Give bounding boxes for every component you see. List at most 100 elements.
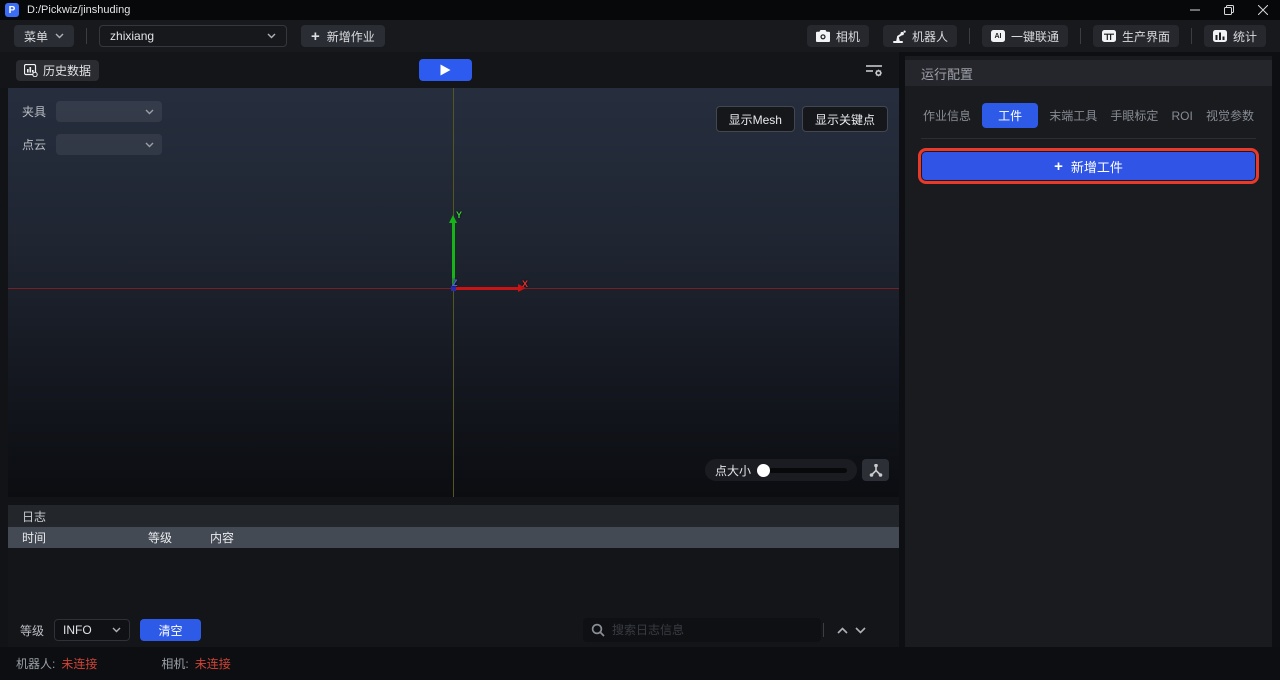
pointcloud-row: 点云 xyxy=(22,134,162,155)
history-data-icon xyxy=(24,64,38,77)
robot-status-value: 未连接 xyxy=(61,655,97,672)
workspace-column: 历史数据 夹具 点云 xyxy=(0,52,899,647)
main-area: 历史数据 夹具 点云 xyxy=(0,52,1280,647)
minimize-button[interactable] xyxy=(1178,0,1212,20)
ai-connect-button[interactable]: AI 一键联通 xyxy=(982,25,1068,47)
show-keypoints-button[interactable]: 显示关键点 xyxy=(802,106,888,132)
ai-connect-button-label: 一键联通 xyxy=(1011,28,1059,45)
point-size-slider-thumb[interactable] xyxy=(757,464,770,477)
axis-z-label: Z xyxy=(452,278,458,288)
log-column-time: 时间 xyxy=(8,529,148,546)
toolbar-divider xyxy=(969,28,970,44)
job-select[interactable]: zhixiang xyxy=(99,25,287,47)
camera-button[interactable]: 相机 xyxy=(807,25,869,47)
point-size-slider[interactable] xyxy=(759,468,847,473)
run-config-panel: 运行配置 作业信息 工件 末端工具 手眼标定 ROI 视觉参数 + 新增工件 xyxy=(905,56,1272,647)
chevron-down-icon xyxy=(855,627,866,634)
log-search-group xyxy=(583,618,869,642)
fixture-select[interactable] xyxy=(56,101,162,122)
show-keypoints-label: 显示关键点 xyxy=(815,111,875,128)
view-filter-settings-button[interactable] xyxy=(861,60,887,80)
log-search-input[interactable] xyxy=(612,623,813,637)
viewport-3d[interactable]: 夹具 点云 显示Mesh 显示关键点 xyxy=(8,88,899,497)
log-clear-button[interactable]: 清空 xyxy=(140,619,201,641)
search-prev-button[interactable] xyxy=(833,621,851,639)
window-controls xyxy=(1178,0,1280,20)
log-panel-title: 日志 xyxy=(22,508,46,525)
log-column-level: 等级 xyxy=(148,529,210,546)
bar-chart-icon xyxy=(1213,30,1227,42)
run-config-title: 运行配置 xyxy=(921,64,973,83)
chevron-down-icon xyxy=(145,109,154,115)
camera-icon xyxy=(816,30,830,42)
log-panel-header: 日志 xyxy=(8,505,899,527)
job-select-value: zhixiang xyxy=(110,29,154,43)
pointcloud-select[interactable] xyxy=(56,134,162,155)
tabs-divider xyxy=(921,138,1256,139)
search-next-button[interactable] xyxy=(851,621,869,639)
show-mesh-button[interactable]: 显示Mesh xyxy=(716,106,795,132)
log-search-box xyxy=(583,618,821,642)
search-icon xyxy=(591,623,605,637)
point-size-label: 点大小 xyxy=(715,462,751,479)
chevron-down-icon xyxy=(112,627,121,633)
camera-button-label: 相机 xyxy=(836,28,860,45)
tab-workpiece[interactable]: 工件 xyxy=(982,103,1038,128)
robot-icon xyxy=(892,30,906,43)
camera-status-label: 相机: xyxy=(161,655,188,672)
add-workpiece-label: 新增工件 xyxy=(1071,157,1123,176)
toolbar-divider xyxy=(1191,28,1192,44)
tab-end-tool[interactable]: 末端工具 xyxy=(1047,103,1099,128)
show-mesh-label: 显示Mesh xyxy=(729,111,782,128)
close-button[interactable] xyxy=(1246,0,1280,20)
view-orientation-button[interactable] xyxy=(862,459,889,481)
plus-icon: + xyxy=(311,29,320,44)
add-job-button[interactable]: + 新增作业 xyxy=(301,25,385,47)
display-toggles: 显示Mesh 显示关键点 xyxy=(716,106,888,132)
log-table-body[interactable] xyxy=(8,548,899,613)
viewport-toolbar: 历史数据 xyxy=(0,52,899,88)
log-level-label: 等级 xyxy=(20,622,44,639)
axis-y-label: Y xyxy=(456,210,462,220)
filter-gear-icon xyxy=(864,62,884,78)
chevron-down-icon xyxy=(145,142,154,148)
tab-vision-params[interactable]: 视觉参数 xyxy=(1204,103,1256,128)
axis-x-label: X xyxy=(522,279,528,289)
axis-x xyxy=(455,287,518,290)
fixture-label: 夹具 xyxy=(22,103,46,120)
robot-status-label: 机器人: xyxy=(16,655,55,672)
axis-y-gridline xyxy=(453,88,454,497)
menu-button[interactable]: 菜单 xyxy=(14,25,74,47)
production-ui-button[interactable]: 生产界面 xyxy=(1093,25,1179,47)
tab-roi[interactable]: ROI xyxy=(1170,105,1195,127)
axis-tripod-icon xyxy=(869,464,883,477)
pointcloud-label: 点云 xyxy=(22,136,46,153)
statistics-button-label: 统计 xyxy=(1233,28,1257,45)
main-toolbar: 菜单 zhixiang + 新增作业 相机 机器人 AI xyxy=(0,20,1280,52)
app-logo-icon: P xyxy=(5,3,19,17)
log-table-header: 时间 等级 内容 xyxy=(8,527,899,548)
plus-icon: + xyxy=(1054,159,1063,174)
log-level-value: INFO xyxy=(63,623,92,637)
run-play-button[interactable] xyxy=(419,59,472,81)
window-title: D:/Pickwiz/jinshuding xyxy=(27,4,130,16)
production-ui-button-label: 生产界面 xyxy=(1122,28,1170,45)
restore-button[interactable] xyxy=(1212,0,1246,20)
history-data-button[interactable]: 历史数据 xyxy=(16,60,99,81)
robot-button[interactable]: 机器人 xyxy=(883,25,957,47)
camera-status-value: 未连接 xyxy=(195,655,231,672)
run-config-tabs: 作业信息 工件 末端工具 手眼标定 ROI 视觉参数 xyxy=(921,103,1256,128)
log-level-select[interactable]: INFO xyxy=(54,619,130,641)
log-clear-label: 清空 xyxy=(159,622,183,639)
play-icon xyxy=(440,64,451,76)
add-workpiece-button[interactable]: + 新增工件 xyxy=(922,152,1255,180)
tab-job-info[interactable]: 作业信息 xyxy=(921,103,973,128)
run-config-header: 运行配置 xyxy=(905,60,1272,86)
tab-hand-eye-calibration[interactable]: 手眼标定 xyxy=(1108,103,1160,128)
toolbar-right-group: 相机 机器人 AI 一键联通 生产界面 统计 xyxy=(807,25,1266,47)
log-column-content: 内容 xyxy=(210,529,899,546)
chevron-up-icon xyxy=(837,627,848,634)
statistics-button[interactable]: 统计 xyxy=(1204,25,1266,47)
log-controls-row: 等级 INFO 清空 xyxy=(8,613,899,647)
history-data-label: 历史数据 xyxy=(43,62,91,79)
